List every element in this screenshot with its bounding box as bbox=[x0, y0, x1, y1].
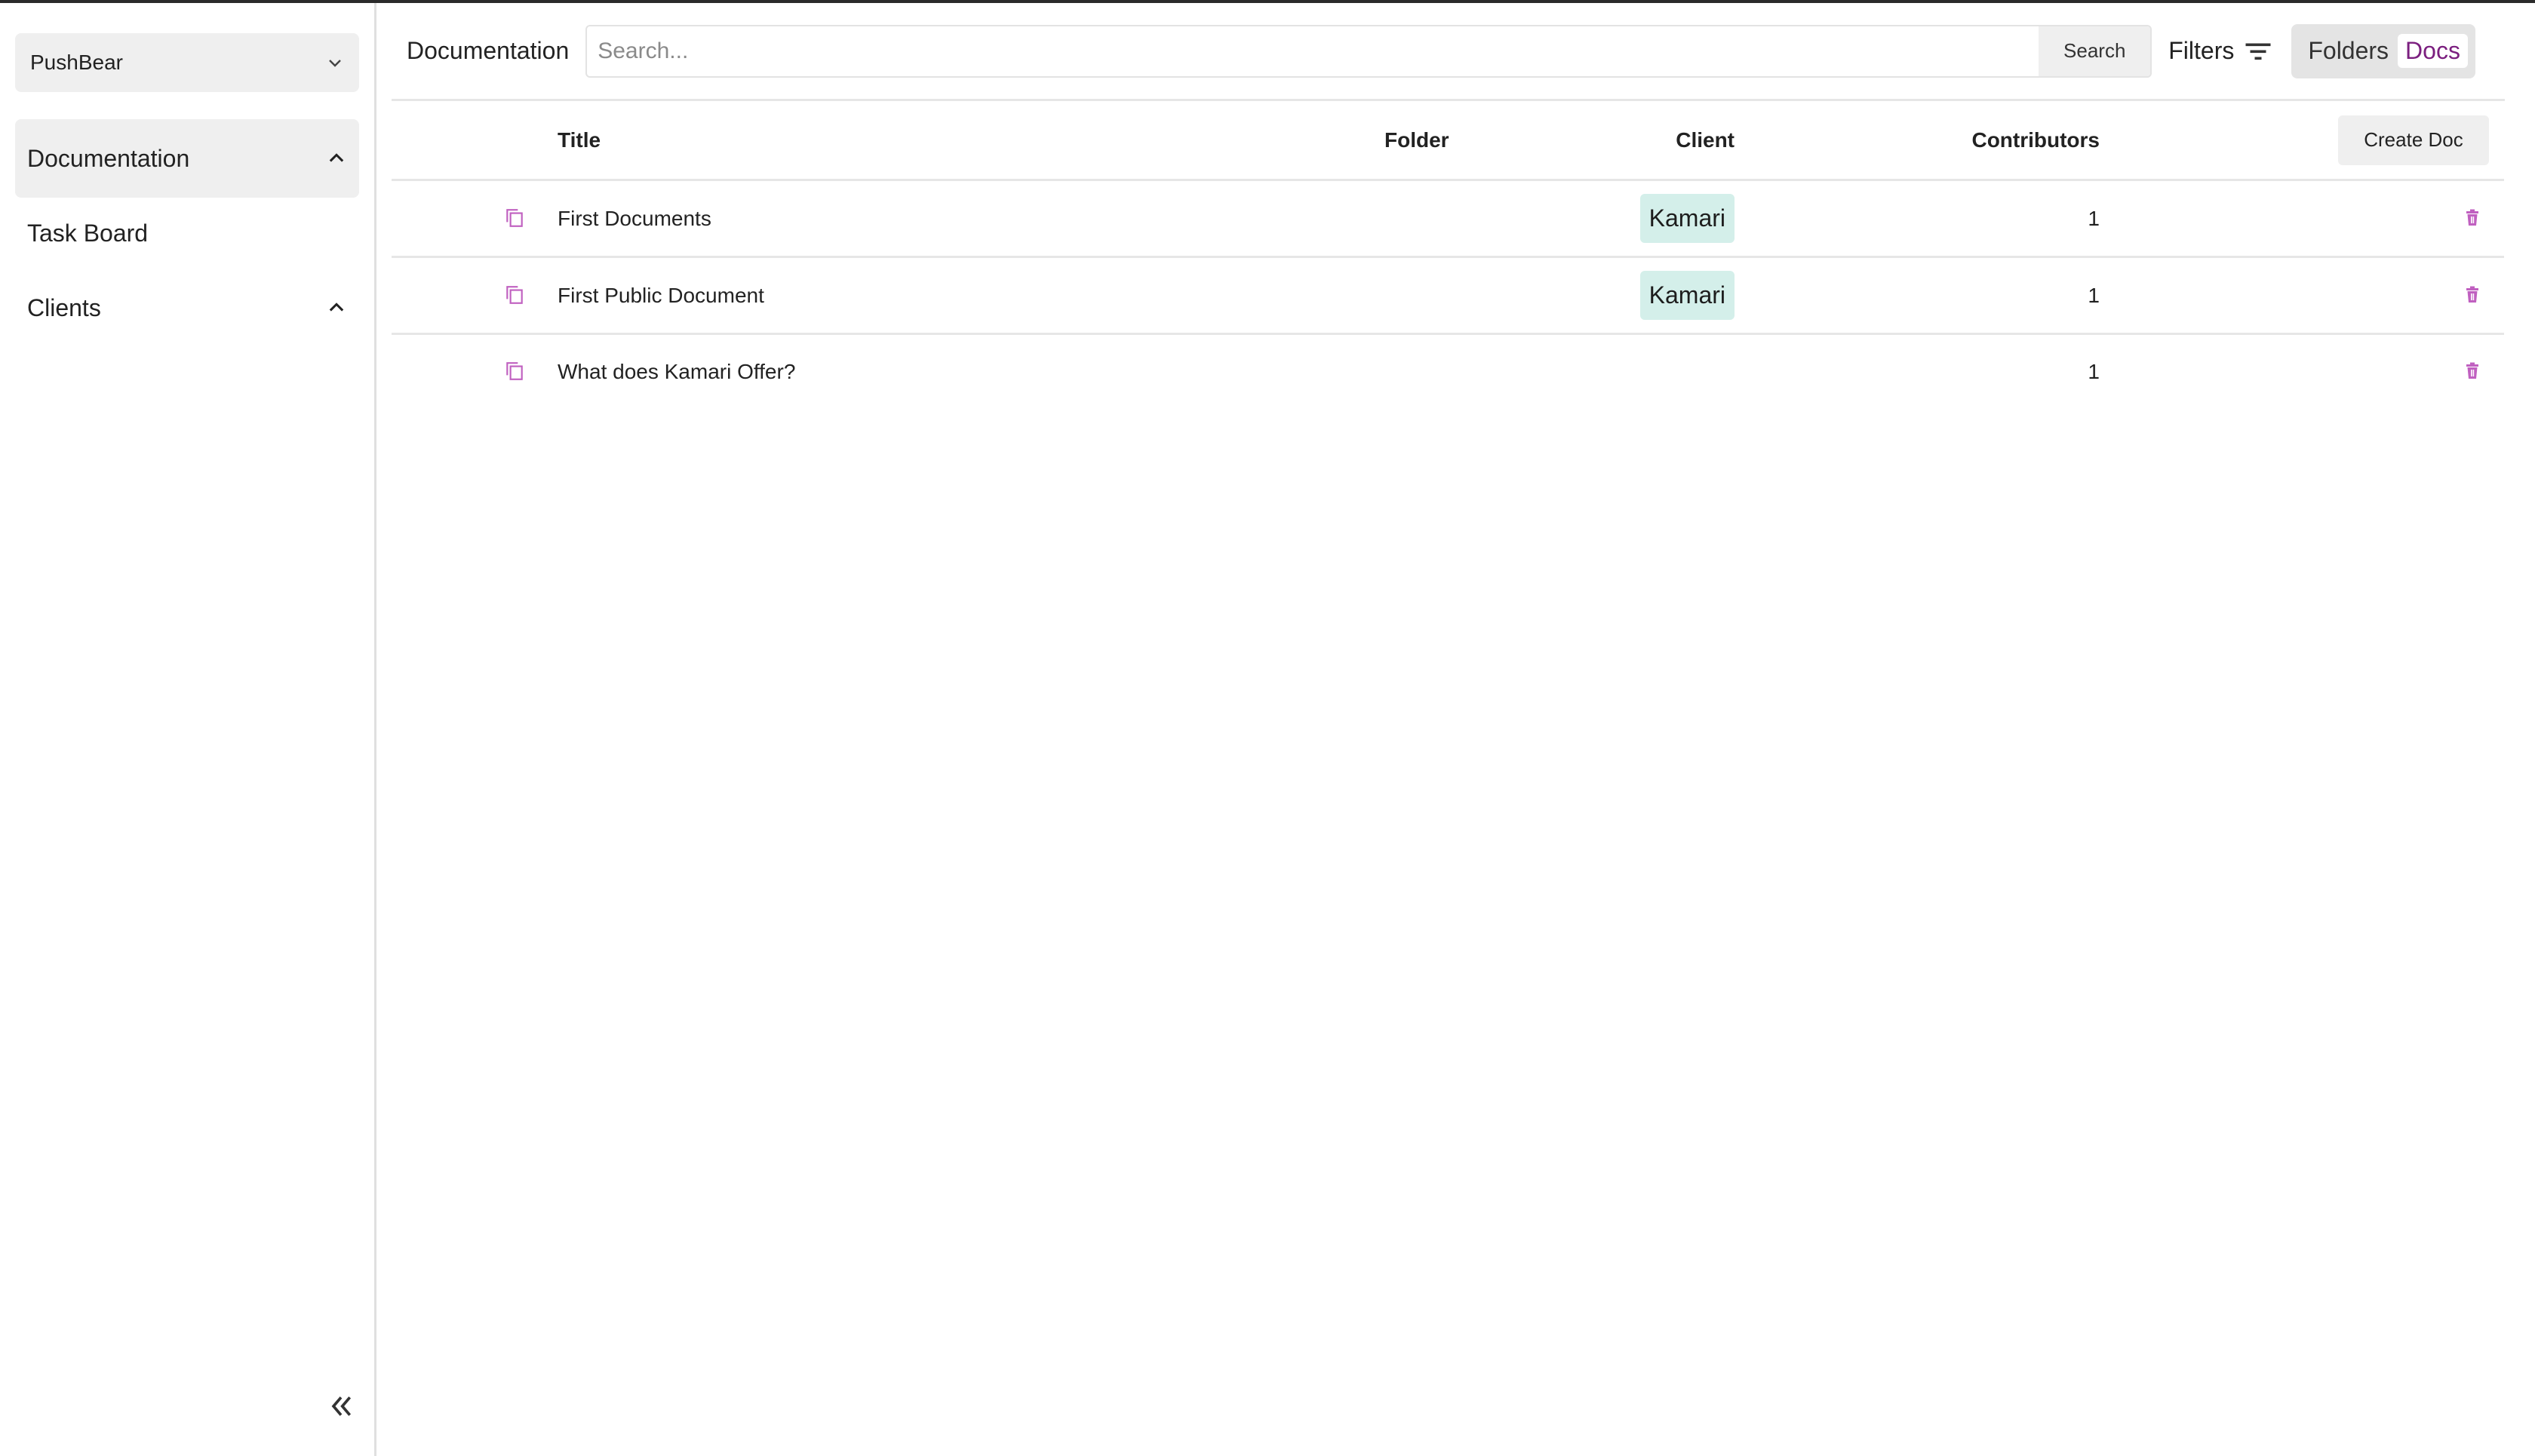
chevron-up-icon[interactable] bbox=[326, 297, 347, 318]
table-row[interactable]: First Public Document Kamari 1 bbox=[392, 258, 2504, 335]
trash-icon[interactable] bbox=[2465, 362, 2481, 382]
row-title[interactable]: What does Kamari Offer? bbox=[558, 360, 795, 384]
copy-icon[interactable] bbox=[505, 361, 527, 383]
header-folder: Folder bbox=[1384, 127, 1449, 152]
page-title: Documentation bbox=[407, 37, 570, 64]
sidebar-item-clients[interactable]: Clients bbox=[15, 269, 359, 347]
sidebar-item-label: Task Board bbox=[27, 219, 149, 247]
documents-table: Title Folder Client Contributors Create … bbox=[392, 101, 2504, 409]
table-row[interactable]: What does Kamari Offer? 1 bbox=[392, 335, 2504, 409]
double-chevron-left-icon bbox=[326, 1391, 359, 1421]
create-doc-wrapper: Create Doc bbox=[2338, 115, 2489, 165]
sidebar-item-label: Clients bbox=[27, 293, 101, 321]
filters-button[interactable]: Filters bbox=[2168, 37, 2272, 65]
table-row[interactable]: First Documents Kamari 1 bbox=[392, 181, 2504, 258]
row-contributors: 1 bbox=[2088, 360, 2100, 383]
view-toggle: Folders Docs bbox=[2291, 23, 2475, 78]
copy-icon[interactable] bbox=[505, 284, 527, 307]
collapse-sidebar-button[interactable] bbox=[326, 1391, 359, 1421]
filter-lines-icon bbox=[2245, 40, 2272, 63]
search-button[interactable]: Search bbox=[2039, 26, 2151, 76]
sidebar: PushBear Documentation Task Board Client… bbox=[0, 3, 376, 1456]
table-header: Title Folder Client Contributors Create … bbox=[392, 101, 2504, 181]
row-title[interactable]: First Documents bbox=[558, 207, 711, 231]
search-input[interactable] bbox=[587, 26, 2039, 76]
toggle-docs[interactable]: Docs bbox=[2398, 34, 2468, 68]
trash-icon[interactable] bbox=[2465, 209, 2481, 229]
client-chip-wrapper: Kamari bbox=[1639, 271, 1735, 320]
sidebar-item-label: Documentation bbox=[27, 144, 190, 172]
row-title[interactable]: First Public Document bbox=[558, 284, 764, 308]
client-chip[interactable]: Kamari bbox=[1639, 194, 1735, 243]
sidebar-item-task-board[interactable]: Task Board bbox=[15, 198, 359, 269]
create-doc-button[interactable]: Create Doc bbox=[2338, 115, 2489, 165]
main-content: Documentation Search Filters Folders Doc… bbox=[376, 3, 2535, 1456]
workspace-selector[interactable]: PushBear bbox=[15, 33, 359, 92]
row-contributors: 1 bbox=[2088, 206, 2100, 230]
toolbar: Documentation Search Filters Folders Doc… bbox=[392, 3, 2505, 101]
filters-label: Filters bbox=[2168, 37, 2235, 64]
client-chip-wrapper: Kamari bbox=[1639, 194, 1735, 243]
chevron-down-icon bbox=[326, 54, 344, 72]
row-contributors: 1 bbox=[2088, 283, 2100, 307]
header-contributors: Contributors bbox=[1971, 127, 2100, 152]
workspace-name: PushBear bbox=[30, 51, 123, 74]
header-title: Title bbox=[558, 127, 601, 152]
trash-icon[interactable] bbox=[2465, 286, 2481, 306]
copy-icon[interactable] bbox=[505, 207, 527, 230]
client-chip[interactable]: Kamari bbox=[1639, 271, 1735, 320]
search-box: Search bbox=[585, 24, 2152, 78]
app-root: PushBear Documentation Task Board Client… bbox=[0, 3, 2535, 1456]
toggle-folders[interactable]: Folders bbox=[2299, 37, 2398, 65]
sidebar-item-documentation[interactable]: Documentation bbox=[15, 119, 359, 198]
chevron-up-icon[interactable] bbox=[326, 148, 347, 169]
header-client: Client bbox=[1676, 127, 1735, 152]
